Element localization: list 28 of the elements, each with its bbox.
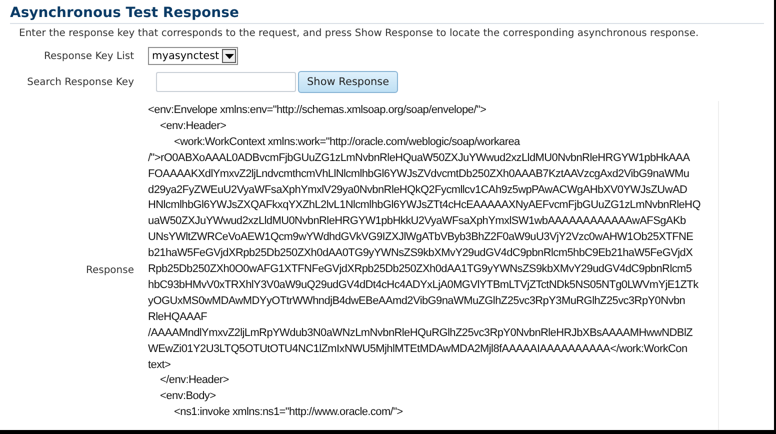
response-line: UNsYWltZWRCeVoAEW1Qcm9wYWdhdGVkVG9IZXJlWgATbVByb3BhZ2F0aW9uU3VjY2Vzc0wAHW1Ob25XTFNE [148, 230, 694, 246]
show-response-button[interactable]: Show Response [298, 71, 398, 93]
response-line: FOAAAAKXdlYmxvZ2ljLndvcmthcmVhLlNlcmlhbGl6YWJsZVdvcmtDb250ZXh0AAAB7KztAAVzcgAxd2VibG9naWMu [148, 166, 690, 182]
response-key-dropdown[interactable]: myasynctest [148, 47, 238, 65]
response-line: <env:Header> [159, 118, 228, 134]
response-line: <ns1:invoke xmlns:ns1="http://www.oracle.com/"> [173, 405, 404, 420]
response-line: d29ya2FyZWEuU2VyaWFsaXphYmxlV29ya0NvbnRleHQkQ2Fycmllcv1CAh9z5wpPAwACWgAHbXV0YWJsZUwAD [148, 182, 688, 198]
response-line: <env:Body> [159, 389, 217, 404]
field-label: Search Response Key [26, 76, 134, 88]
response-line: <env:Envelope xmlns:env="http://schemas.xmlsoap.org/soap/envelope/"> [148, 103, 488, 118]
response-line: uaW50ZXJuYWwud2xzLldMU0NvbnRleHRGYW1pbHkkU2VyaWFsaXphYmxlSW1wbAAAAAAAAAAAAwAFSgAKb [148, 214, 687, 230]
page-title: Asynchronous Test Response [10, 5, 764, 24]
response-line: HNlcmlhbGl6YWJsZXQAFkxqYXZhL2lvL1NlcmlhbGl6YWJsZTt4cHcEAAAAAXNyAEFvcmFjbGUuZG1zLmNvbnRleHQ [148, 198, 702, 214]
response-line: hbC93bHMvV0xTRXhlY3V0aW9uQ29udGV4dDt4cHc4ADYxLjA0MGVlYTBmLTVjZTctNDk5NS05NTg0LWVmYjE1ZTk [148, 278, 700, 293]
response-line: <work:WorkContext xmlns:work="http://oracle.com/weblogic/soap/workarea [173, 134, 522, 150]
response-line: </env:Header> [159, 373, 230, 388]
response-line: WEwZi01Y2U3LTQ5OTUtOTU4NC1lZmIxNWU5MjhlMTEtMDAwMDA2Mjl8fAAAAAIAAAAAAAAAA</work:WorkCon [148, 342, 688, 357]
search-key-input[interactable] [156, 72, 296, 92]
response-line: RleHQAAAF [148, 310, 208, 325]
field-label: Response Key List [43, 50, 134, 62]
response-line: yOGUxMS0wMDAwMDYyOTtrWWhndjB4dwEBeAAmd2VibG9naWMuZGlhZ25vc3RpY3MuRGlhZ25vc3RpY0Nvbn [148, 294, 686, 309]
response-line: b21haW5FeGVjdXRpb25Db250ZXh0dAA0TG9yYWNsZS9kbXMvY29udGV4dC9pbnRlcm5hbC9Eb21haW5FeGVjdX [148, 246, 694, 262]
response-line: Rpb25Db250ZXh0O0wAFG1XTFNFeGVjdXRpb25Db250ZXh0dAA1TG9yYWNsZS9kbXMvY29udGV4dC9pbnRlcm5 [148, 262, 693, 278]
response-line: /AAAAMndlYmxvZ2ljLmRpYWdub3N0aWNzLmNvbnRleHQuRGlhZ25vc3RpY0NvbnRleHRJbXBsAAAAMHwwNDBlZ [148, 326, 694, 341]
response-line: text> [148, 358, 172, 372]
field-label: Response [84, 264, 134, 276]
instructions-text: Enter the response key that corresponds to the request, and press Show Response to locate the corresponding asynchronous response. [19, 28, 700, 39]
response-line: /">rO0ABXoAAAL0ADBvcmFjbGUuZG1zLmNvbnRleHQuaW50ZXJuYWwud2xzLldMU0NvbnRleHRGYW1pbHkAAA [148, 150, 691, 166]
